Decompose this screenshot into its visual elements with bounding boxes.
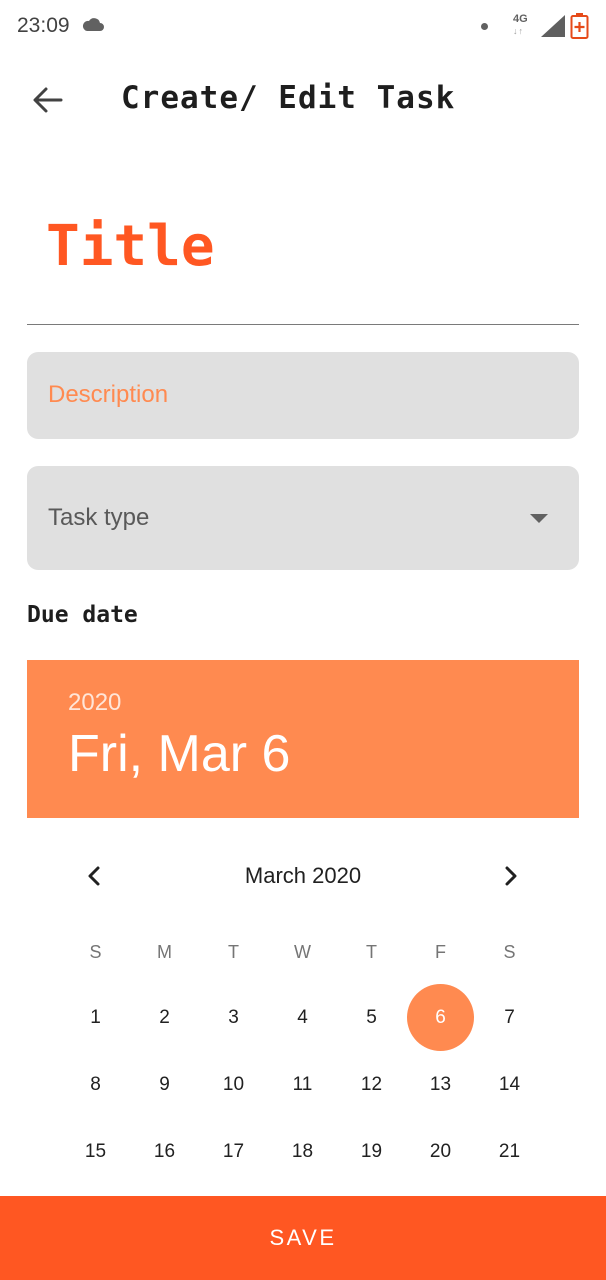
calendar-day[interactable]: 16 — [130, 1118, 199, 1185]
month-navigation: March 2020 — [27, 850, 579, 902]
day-number: 14 — [498, 1073, 521, 1095]
calendar-day[interactable]: 12 — [337, 1051, 406, 1118]
day-number: 21 — [498, 1140, 521, 1162]
weekday-header-row: S M T W T F S — [61, 920, 544, 984]
chevron-down-icon — [530, 514, 548, 523]
title-placeholder: Title — [46, 214, 215, 279]
due-date-label: Due date — [27, 602, 138, 628]
save-button[interactable]: SAVE — [0, 1196, 606, 1280]
calendar-week: 1 2 3 4 5 6 7 — [61, 984, 544, 1051]
day-number: 11 — [292, 1073, 313, 1095]
description-field[interactable]: Description — [27, 352, 579, 439]
day-number: 13 — [429, 1073, 452, 1095]
calendar-day[interactable]: 4 — [268, 984, 337, 1051]
day-number: 12 — [360, 1073, 383, 1095]
day-number: 20 — [429, 1140, 452, 1162]
day-number: 2 — [159, 1006, 170, 1028]
calendar-day[interactable]: 13 — [406, 1051, 475, 1118]
day-number: 15 — [84, 1140, 107, 1162]
calendar-day[interactable]: 5 — [337, 984, 406, 1051]
day-number: 18 — [291, 1140, 314, 1162]
network-arrows-icon: ↓↑ — [513, 26, 524, 36]
calendar-day[interactable]: 11 — [268, 1051, 337, 1118]
day-number: 4 — [297, 1006, 308, 1028]
day-number: 3 — [228, 1006, 239, 1028]
weekday-header: T — [228, 941, 239, 962]
picker-selected-date[interactable]: Fri, Mar 6 — [68, 724, 290, 784]
day-number: 9 — [159, 1073, 170, 1095]
day-number: 6 — [435, 1006, 446, 1028]
calendar-week: 15 16 17 18 19 20 21 — [61, 1118, 544, 1185]
cloud-icon — [82, 18, 104, 31]
calendar-day-selected[interactable]: 6 — [406, 984, 475, 1051]
day-number: 5 — [366, 1006, 377, 1028]
weekday-header: M — [157, 941, 172, 962]
notification-dot-icon — [481, 23, 488, 30]
description-placeholder: Description — [48, 381, 169, 408]
calendar-day[interactable]: 9 — [130, 1051, 199, 1118]
calendar-week: 8 9 10 11 12 13 14 — [61, 1051, 544, 1118]
calendar-day[interactable]: 17 — [199, 1118, 268, 1185]
calendar-grid: S M T W T F S 1 2 3 4 5 6 7 8 9 10 11 12… — [61, 920, 544, 1185]
calendar-day[interactable]: 21 — [475, 1118, 544, 1185]
status-time: 23:09 — [17, 14, 70, 37]
arrow-left-icon — [33, 87, 63, 113]
picker-year[interactable]: 2020 — [68, 689, 121, 717]
weekday-header: W — [294, 941, 311, 962]
signal-icon — [541, 15, 565, 37]
day-number: 19 — [360, 1140, 383, 1162]
task-type-placeholder: Task type — [48, 504, 150, 531]
calendar-day[interactable]: 20 — [406, 1118, 475, 1185]
calendar-day[interactable]: 1 — [61, 984, 130, 1051]
page-title: Create/ Edit Task — [121, 80, 456, 116]
day-number: 10 — [222, 1073, 245, 1095]
back-button[interactable] — [28, 82, 68, 118]
day-number: 17 — [222, 1140, 245, 1162]
day-number: 8 — [90, 1073, 101, 1095]
day-number: 7 — [504, 1006, 515, 1028]
weekday-header: S — [503, 941, 516, 962]
calendar-day[interactable]: 3 — [199, 984, 268, 1051]
title-input[interactable]: Title — [27, 200, 579, 325]
day-number: 16 — [153, 1140, 176, 1162]
calendar-day[interactable]: 15 — [61, 1118, 130, 1185]
calendar-day[interactable]: 18 — [268, 1118, 337, 1185]
network-type: 4G — [513, 13, 528, 25]
date-picker-header: 2020 Fri, Mar 6 — [27, 660, 579, 818]
weekday-header: T — [366, 941, 377, 962]
save-button-label: SAVE — [269, 1225, 337, 1250]
weekday-header: F — [435, 941, 446, 962]
day-number: 1 — [90, 1006, 101, 1028]
chevron-right-icon[interactable] — [494, 860, 526, 892]
task-type-dropdown[interactable]: Task type — [27, 466, 579, 570]
calendar-day[interactable]: 2 — [130, 984, 199, 1051]
calendar-day[interactable]: 8 — [61, 1051, 130, 1118]
calendar-day[interactable]: 7 — [475, 984, 544, 1051]
status-bar: 23:09 4G ↓↑ — [0, 0, 606, 52]
battery-charging-icon — [570, 13, 589, 39]
weekday-header: S — [89, 941, 102, 962]
calendar-day[interactable]: 14 — [475, 1051, 544, 1118]
calendar-day[interactable]: 10 — [199, 1051, 268, 1118]
calendar-day[interactable]: 19 — [337, 1118, 406, 1185]
